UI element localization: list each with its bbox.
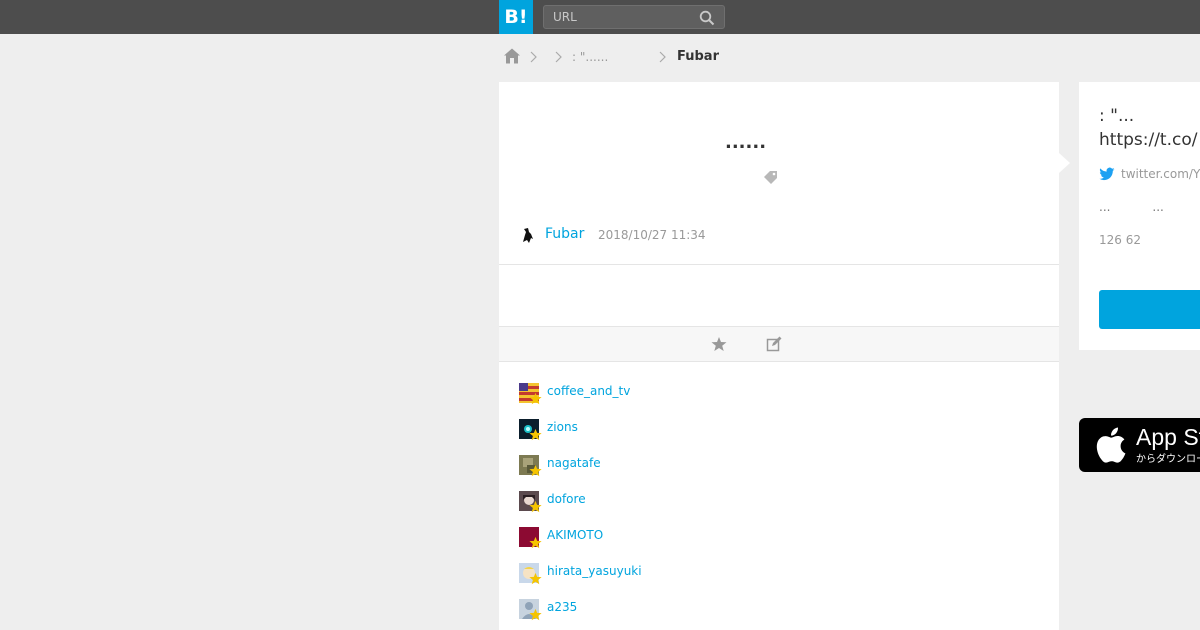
bookmark-entry-panel: ...... Fubar 2018/10/27 11:34 coffee_and… [499,82,1059,630]
star-user-name[interactable]: hirata_yasuyuki [547,563,642,579]
chevron-right-icon [530,51,537,63]
twitter-icon [1099,167,1115,181]
breadcrumb-current: Fubar [677,49,719,64]
search-input[interactable] [544,6,694,28]
tweet-meta: ... ... [1099,200,1164,214]
home-icon[interactable] [503,47,521,65]
list-item: hirata_yasuyuki [519,561,919,585]
top-bar: B! [0,0,1200,34]
list-item: coffee_and_tv [519,381,919,405]
bookmark-date: 2018/10/27 11:34 [598,228,706,242]
app-store-badge[interactable]: App St からダウンロー [1079,418,1200,472]
edit-icon[interactable] [766,336,782,352]
breadcrumb-item-category[interactable]: : "...... [572,46,608,68]
star-icon [529,464,542,477]
avatar[interactable] [519,226,537,244]
search-box[interactable] [543,5,725,29]
star-icon [529,608,542,621]
star-icon[interactable] [711,336,727,352]
chevron-right-icon [659,51,666,63]
tag-icon[interactable] [763,169,779,185]
star-user-name[interactable]: a235 [547,599,577,615]
app-store-subtitle: からダウンロー [1136,454,1200,465]
tweet-link[interactable]: https://t.co/ [1099,130,1197,150]
star-icon [529,500,542,513]
star-icon [529,536,542,549]
list-item: a235 [519,597,919,621]
star-icon [529,428,542,441]
divider [499,264,1059,265]
list-item: nagatafe [519,453,919,477]
tweet-text: : "... https://t.co/ [1099,106,1198,150]
apple-icon [1096,427,1126,463]
star-user-name[interactable]: dofore [547,491,586,507]
star-icon [529,392,542,405]
app-store-title: App St [1136,424,1200,450]
star-user-name[interactable]: AKIMOTO [547,527,603,543]
tweet-source-domain: twitter.com/Y [1121,167,1200,181]
sidebar-tweet-card: : "... https://t.co/ twitter.com/Y ... .… [1079,82,1200,350]
list-item: AKIMOTO [519,525,919,549]
star-user-name[interactable]: zions [547,419,578,435]
star-user-name[interactable]: coffee_and_tv [547,383,630,399]
bookmark-button[interactable] [1099,290,1200,329]
hatena-bookmark-logo[interactable]: B! [499,0,533,34]
bookmark-user-name[interactable]: Fubar [545,225,584,243]
list-item: dofore [519,489,919,513]
search-icon[interactable] [699,10,715,26]
chevron-right-icon [555,51,562,63]
star-user-name[interactable]: nagatafe [547,455,601,471]
sidebar-pointer [1059,153,1070,173]
star-icon [529,572,542,585]
action-bar [499,326,1059,362]
list-item: zions [519,417,919,441]
bookmark-counts: 126 62 [1099,233,1141,247]
